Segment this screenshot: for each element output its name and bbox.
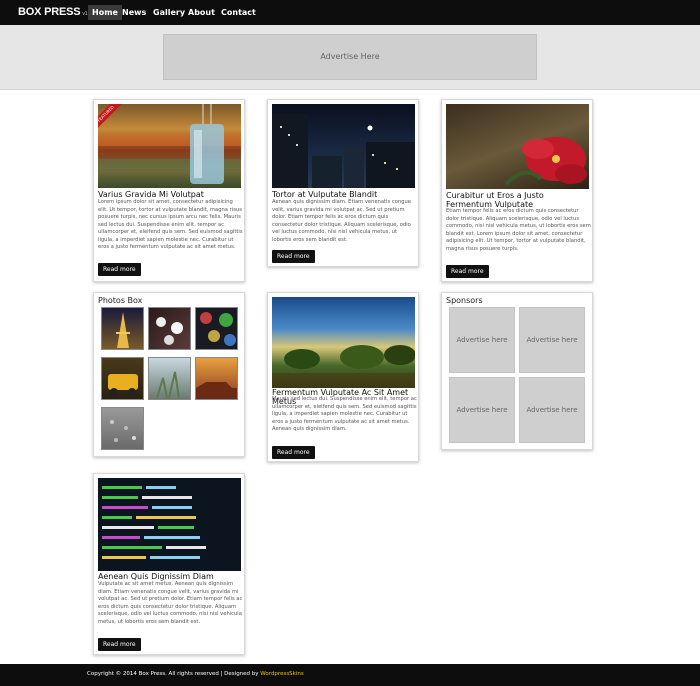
sponsor-ad-slot[interactable]: Advertise here: [519, 307, 585, 373]
footer-copyright-text: Copyright © 2014 Box Press. All rights r…: [87, 671, 259, 677]
landscape-photo-icon: [272, 345, 415, 388]
nav-news[interactable]: News: [118, 5, 150, 20]
sponsors-title: Sponsors: [446, 296, 483, 305]
bokeh-lights-icon: [200, 312, 236, 346]
post-image[interactable]: [272, 104, 415, 188]
post-card: Aenean Quis Dignissim Diam Vulputate ac …: [93, 473, 245, 655]
photo-thumb[interactable]: [101, 357, 144, 400]
read-more-button[interactable]: Read more: [272, 250, 315, 263]
code-screen-photo-icon: [102, 486, 206, 559]
flowers-icon: [156, 317, 183, 345]
grass-snow-icon: [156, 371, 180, 399]
jar-photo-icon: [98, 104, 241, 184]
desert-mesa-icon: [196, 382, 237, 399]
post-excerpt: Mauris sed lectus dui. Suspendisse enim …: [272, 396, 417, 432]
read-more-button[interactable]: Read more: [98, 263, 141, 276]
logo-version: v1: [82, 11, 88, 17]
footer-copyright: Copyright © 2014 Box Press. All rights r…: [87, 671, 304, 677]
eiffel-tower-icon: [116, 312, 130, 348]
photo-thumb[interactable]: [101, 407, 144, 450]
photo-thumb[interactable]: [195, 357, 238, 400]
photo-thumb[interactable]: [148, 357, 191, 400]
read-more-button[interactable]: Read more: [98, 638, 141, 651]
nav-contact[interactable]: Contact: [217, 5, 260, 20]
pebbles-icon: [110, 420, 136, 442]
photo-thumb[interactable]: [195, 307, 238, 350]
photo-thumb[interactable]: [148, 307, 191, 350]
footer-designer-link[interactable]: WordpressSkins: [260, 671, 303, 677]
photo-thumb[interactable]: [101, 307, 144, 350]
post-image[interactable]: [446, 104, 589, 189]
post-title[interactable]: Curabitur ut Eros a Justo Fermentum Vulp…: [446, 191, 591, 209]
post-title[interactable]: Varius Gravida Mi Volutpat: [98, 190, 243, 199]
top-navbar: BOX PRESS v1 Home News Gallery About Cont…: [0, 0, 700, 25]
logo-text: BOX PRESS: [18, 6, 81, 18]
post-title[interactable]: Tortor at Vulputate Blandit: [272, 190, 417, 199]
photos-box-title: Photos Box: [98, 296, 143, 305]
yellow-truck-icon: [108, 374, 138, 396]
post-card: Tortor at Vulputate Blandit Aenean quis …: [267, 99, 419, 267]
photos-box-widget: Photos Box: [93, 292, 245, 457]
post-excerpt: Vulputate ac sit amet metus. Aenean quis…: [98, 581, 243, 625]
post-image[interactable]: [272, 297, 415, 388]
post-card: Curabitur ut Eros a Justo Fermentum Vulp…: [441, 99, 593, 282]
post-image[interactable]: [98, 478, 241, 571]
footer: Copyright © 2014 Box Press. All rights r…: [0, 664, 700, 686]
post-card: FEATURED Varius Gravida Mi Volutpat Lore…: [93, 99, 245, 282]
read-more-button[interactable]: Read more: [446, 265, 489, 278]
ad-band: Advertise Here: [0, 25, 700, 90]
sponsor-ad-slot[interactable]: Advertise here: [519, 377, 585, 443]
sponsor-ad-slot[interactable]: Advertise here: [449, 307, 515, 373]
post-excerpt: Lorem ipsum dolor sit amet, consectetur …: [98, 199, 243, 250]
post-excerpt: Etiam tempor felis ac eros dictum quis c…: [446, 208, 591, 252]
nav-home[interactable]: Home: [88, 5, 122, 20]
post-title[interactable]: Aenean Quis Dignissim Diam: [98, 572, 243, 581]
read-more-button[interactable]: Read more: [272, 446, 315, 459]
site-logo[interactable]: BOX PRESS v1: [18, 6, 87, 18]
top-advertisement[interactable]: Advertise Here: [163, 34, 537, 80]
post-card: Fermentum Vulputate Ac Sit Amet Metus Ma…: [267, 292, 419, 462]
post-image[interactable]: FEATURED: [98, 104, 241, 188]
red-flower-photo-icon: [504, 137, 587, 186]
city-night-photo-icon: [272, 114, 415, 188]
sponsors-widget: Sponsors Advertise here Advertise here A…: [441, 292, 593, 450]
sponsor-ad-slot[interactable]: Advertise here: [449, 377, 515, 443]
nav-about[interactable]: About: [184, 5, 219, 20]
post-excerpt: Aenean quis dignissim diam. Etiam venena…: [272, 199, 411, 243]
